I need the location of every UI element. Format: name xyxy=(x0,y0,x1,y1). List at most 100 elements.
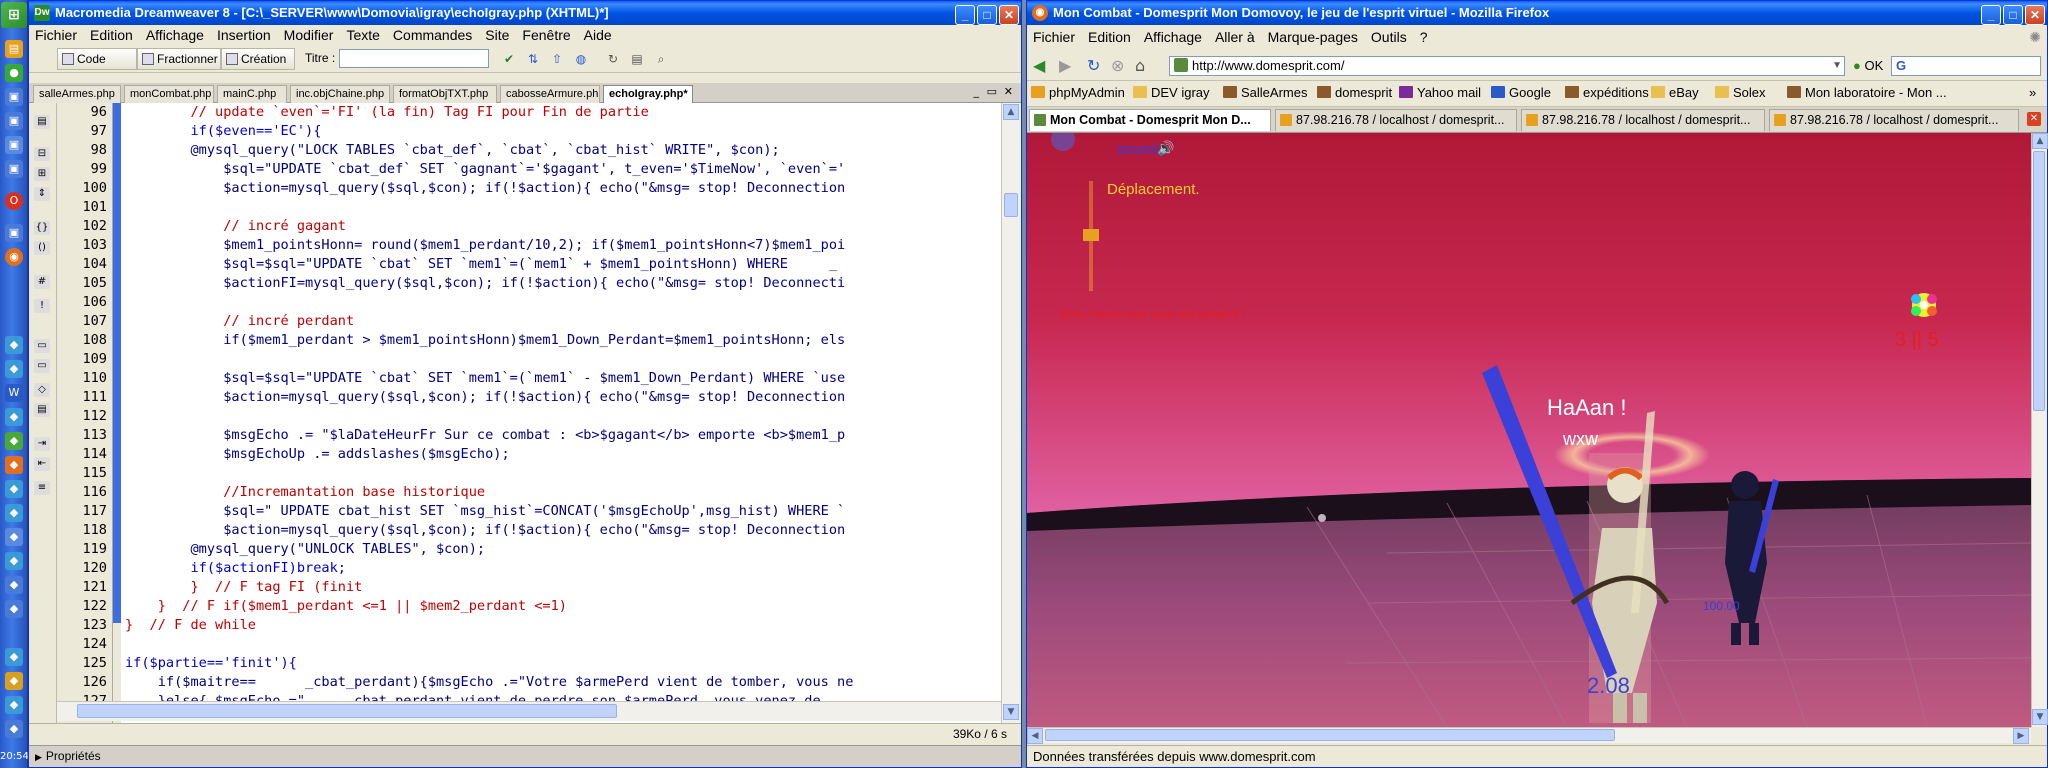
code-line[interactable]: if($partie=='finit'){ xyxy=(125,654,1001,673)
tab-phpmyadmin-2[interactable]: 87.98.216.78 / localhost / domesprit... xyxy=(1521,109,1765,131)
scroll-down-icon[interactable]: ▼ xyxy=(1003,704,1019,720)
firefox-icon[interactable]: ◉ xyxy=(5,248,23,266)
code-view-button[interactable]: Code xyxy=(57,48,137,70)
code-line[interactable]: $sql=$sql="UPDATE `cbat` SET `mem1`=(`me… xyxy=(125,255,1001,274)
code-line[interactable]: } // F tag FI (finit xyxy=(125,578,1001,597)
minimize-button[interactable]: _ xyxy=(1981,5,2001,25)
code-line[interactable]: if($actionFI)break; xyxy=(125,559,1001,578)
format-source-icon[interactable]: ≡ xyxy=(34,481,50,495)
bookmark-mon-laboratoire[interactable]: Mon laboratoire - Mon ... xyxy=(1787,84,1947,102)
code-line[interactable]: } // F if($mem1_perdant <=1 || $mem2_per… xyxy=(125,597,1001,616)
opera-icon[interactable]: O xyxy=(5,192,23,210)
go-button[interactable]: ● OK xyxy=(1853,58,1883,73)
doc-close-icon[interactable]: ✕ xyxy=(1004,85,1013,98)
expand-all-icon[interactable]: ⇕ xyxy=(34,187,50,201)
code-line[interactable]: $action=mysql_query($sql,$con); if(!$act… xyxy=(125,179,1001,198)
app-icon[interactable]: ◆ xyxy=(5,480,23,498)
messenger-icon[interactable]: ● xyxy=(5,64,23,82)
page-vertical-scrollbar[interactable]: ▲ ▼ xyxy=(2031,133,2048,727)
doc-minimize-icon[interactable]: _ xyxy=(974,85,980,98)
code-line[interactable]: //Incremantation base historique xyxy=(125,483,1001,502)
balance-braces-icon[interactable]: () xyxy=(34,241,50,255)
bookmark-domesprit[interactable]: domesprit xyxy=(1317,84,1392,102)
scroll-up-icon[interactable]: ▲ xyxy=(1003,104,1019,120)
code-editor[interactable]: // update `even`='FI' (la fin) Tag FI po… xyxy=(121,103,1001,723)
bookmark-sallearmes[interactable]: SalleArmes xyxy=(1223,84,1307,102)
scroll-left-icon[interactable]: ◀ xyxy=(1027,728,1043,744)
menu-edition[interactable]: Edition xyxy=(1088,29,1131,45)
remove-comment-icon[interactable]: ▭ xyxy=(34,359,50,373)
start-button[interactable]: ⊞ xyxy=(1,2,27,28)
tab-inc-objchaine[interactable]: inc.objChaine.php xyxy=(290,85,390,103)
code-line[interactable]: $msgEcho .= "$laDateHeurFr Sur ce combat… xyxy=(125,426,1001,445)
code-line[interactable]: $mem1_pointsHonn= round($mem1_perdant/10… xyxy=(125,236,1001,255)
close-button[interactable]: ✕ xyxy=(2025,5,2045,25)
tab-cabossearmure[interactable]: cabosseArmure.php xyxy=(500,85,600,103)
window-icon[interactable]: ▣ xyxy=(5,88,23,106)
menu-modifier[interactable]: Modifier xyxy=(284,27,334,43)
app-icon[interactable]: ◆ xyxy=(5,576,23,594)
doc-restore-icon[interactable]: ▭ xyxy=(987,85,997,98)
window-icon[interactable]: ▣ xyxy=(5,224,23,242)
stop-icon[interactable]: ⊗ xyxy=(1111,56,1124,75)
home-icon[interactable]: ⌂ xyxy=(1135,56,1145,75)
code-line[interactable]: @mysql_query("LOCK TABLES `cbat_def`, `c… xyxy=(125,141,1001,160)
firefox-titlebar[interactable]: ◉ Mon Combat - Domesprit Mon Domovoy, le… xyxy=(1027,1,2047,25)
code-line[interactable]: $action=mysql_query($sql,$con); if(!$act… xyxy=(125,388,1001,407)
forward-icon[interactable]: ▶ xyxy=(1059,56,1071,75)
menu-outils[interactable]: Outils xyxy=(1371,29,1407,45)
window-icon[interactable]: ▣ xyxy=(5,160,23,178)
code-line[interactable]: // incré perdant xyxy=(125,312,1001,331)
menu-affichage[interactable]: Affichage xyxy=(1144,29,1202,45)
app-icon[interactable]: ◆ xyxy=(5,456,23,474)
tab-phpmyadmin-1[interactable]: 87.98.216.78 / localhost / domesprit... xyxy=(1275,109,1517,131)
upload-icon[interactable]: ⇧ xyxy=(547,50,567,68)
code-line[interactable] xyxy=(125,198,1001,217)
url-dropdown-icon[interactable]: ▼ xyxy=(1832,57,1842,75)
game-viewport[interactable]: sound 🔊 Déplacement. Votre Adversaire vo… xyxy=(1027,133,2031,727)
speaker-icon[interactable]: 🔊 xyxy=(1157,141,1174,157)
sound-label[interactable]: sound xyxy=(1117,141,1158,158)
split-view-button[interactable]: Fractionner xyxy=(137,48,221,70)
gear-icon[interactable] xyxy=(1911,293,1937,317)
horizontal-scroll-thumb[interactable] xyxy=(77,704,617,718)
code-line[interactable]: @mysql_query("UNLOCK TABLES", $con); xyxy=(125,540,1001,559)
code-line[interactable] xyxy=(125,407,1001,426)
scroll-up-icon[interactable]: ▲ xyxy=(2032,133,2048,149)
highlight-invalid-icon[interactable]: ! xyxy=(34,299,50,313)
search-input[interactable]: G xyxy=(1891,56,2041,76)
code-line[interactable]: $sql=" UPDATE cbat_hist SET `msg_hist`=C… xyxy=(125,502,1001,521)
app-icon[interactable]: ◆ xyxy=(5,360,23,378)
menu-fenetre[interactable]: Fenêtre xyxy=(522,27,570,43)
tab-echoigray[interactable]: echoIgray.php* xyxy=(603,85,693,103)
code-horizontal-scrollbar[interactable] xyxy=(57,701,1001,721)
menu-edition[interactable]: Edition xyxy=(90,27,133,43)
app-icon[interactable]: ◆ xyxy=(5,432,23,450)
expand-arrow-icon[interactable]: ▶ xyxy=(35,752,42,762)
dreamweaver-titlebar[interactable]: Dw Macromedia Dreamweaver 8 - [C:\_SERVE… xyxy=(29,1,1021,25)
validate-icon[interactable]: ✔ xyxy=(499,50,519,68)
menu-site[interactable]: Site xyxy=(485,27,509,43)
app-icon[interactable]: ◆ xyxy=(5,600,23,618)
open-documents-icon[interactable]: ▤ xyxy=(34,115,50,129)
close-tab-icon[interactable]: ✕ xyxy=(2027,112,2041,126)
menu-fichier[interactable]: Fichier xyxy=(1033,29,1075,45)
code-line[interactable]: // update `even`='FI' (la fin) Tag FI po… xyxy=(125,103,1001,122)
code-line[interactable]: $sql=$sql="UPDATE `cbat` SET `mem1`=(`me… xyxy=(125,369,1001,388)
preview-browser-icon[interactable]: ◍ xyxy=(571,50,591,68)
app-icon[interactable]: ◆ xyxy=(5,504,23,522)
code-line[interactable]: if($mem1_perdant > $mem1_pointsHonn)$mem… xyxy=(125,331,1001,350)
menu-commandes[interactable]: Commandes xyxy=(393,27,472,43)
code-line[interactable]: $actionFI=mysql_query($sql,$con); if(!$a… xyxy=(125,274,1001,293)
tray-icon[interactable]: ◆ xyxy=(5,648,23,666)
bookmark-ebay[interactable]: eBay xyxy=(1651,84,1699,102)
bookmark-dev-igray[interactable]: DEV igray xyxy=(1133,84,1210,102)
scroll-down-icon[interactable]: ▼ xyxy=(2032,709,2048,725)
tab-formatobjtxt[interactable]: formatObjTXT.php xyxy=(393,85,497,103)
bookmarks-overflow-icon[interactable]: » xyxy=(2029,84,2036,102)
refresh-icon[interactable]: ↻ xyxy=(603,50,623,68)
collapse-tag-icon[interactable]: ⊟ xyxy=(34,147,50,161)
scroll-thumb[interactable] xyxy=(1004,193,1018,217)
tab-moncombat[interactable]: monCombat.php xyxy=(124,85,214,103)
menu-fichier[interactable]: Fichier xyxy=(35,27,77,43)
